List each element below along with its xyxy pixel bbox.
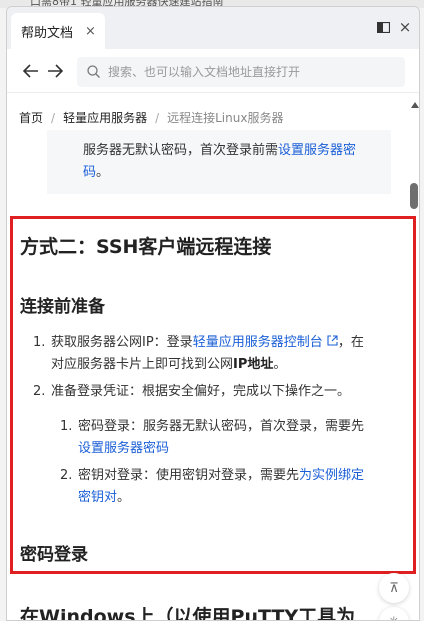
- search-box[interactable]: [77, 57, 405, 87]
- breadcrumb: 首页 / 轻量应用服务器 / 远程连接Linux服务器: [19, 109, 283, 126]
- breadcrumb-current: 远程连接Linux服务器: [167, 111, 284, 125]
- arrow-right-icon[interactable]: [45, 61, 65, 81]
- arrow-left-icon[interactable]: [21, 61, 41, 81]
- breadcrumb-separator: /: [51, 110, 56, 125]
- panel-close-icon[interactable]: ×: [397, 18, 413, 36]
- note-box: 服务器无默认密码，首次登录前需设置服务器密 码。: [47, 130, 391, 194]
- scrollbar[interactable]: [409, 94, 419, 620]
- doc-content: 首页 / 轻量应用服务器 / 远程连接Linux服务器 服务器无默认密码，首次登…: [7, 94, 419, 621]
- breadcrumb-separator: /: [155, 110, 160, 125]
- highlight-box: [10, 216, 416, 574]
- ai-assistant-icon[interactable]: ✳: [379, 607, 409, 620]
- note-text: 服务器无默认密码，首次登录前需: [83, 143, 279, 158]
- tab-title: 帮助文档: [21, 25, 74, 41]
- scrollbar-thumb[interactable]: [410, 183, 418, 209]
- set-password-link[interactable]: 设置服务器密: [278, 143, 356, 158]
- set-password-link-cont[interactable]: 码: [83, 165, 96, 180]
- scroll-up-icon[interactable]: [411, 102, 419, 108]
- tab-close-icon[interactable]: ×: [85, 24, 96, 39]
- breadcrumb-lighthouse[interactable]: 轻量应用服务器: [63, 109, 147, 126]
- tab-help-docs[interactable]: 帮助文档 ×: [11, 13, 105, 49]
- tab-bar: 帮助文档 × ×: [7, 7, 419, 49]
- help-docs-panel: 帮助文档 × × 首页 / 轻量应用服务器 / 远程连接Linux服务器: [6, 6, 420, 621]
- search-icon: [87, 63, 100, 82]
- back-to-top-icon[interactable]: ⊼: [379, 573, 409, 603]
- note-suffix: 。: [96, 165, 110, 180]
- search-input[interactable]: [108, 65, 388, 79]
- navigation-bar: [7, 49, 419, 93]
- breadcrumb-home[interactable]: 首页: [19, 109, 43, 126]
- section-heading-windows: 在Windows上（以使用PuTTY工具为: [20, 606, 356, 621]
- sidebar-panel-icon[interactable]: [375, 19, 391, 35]
